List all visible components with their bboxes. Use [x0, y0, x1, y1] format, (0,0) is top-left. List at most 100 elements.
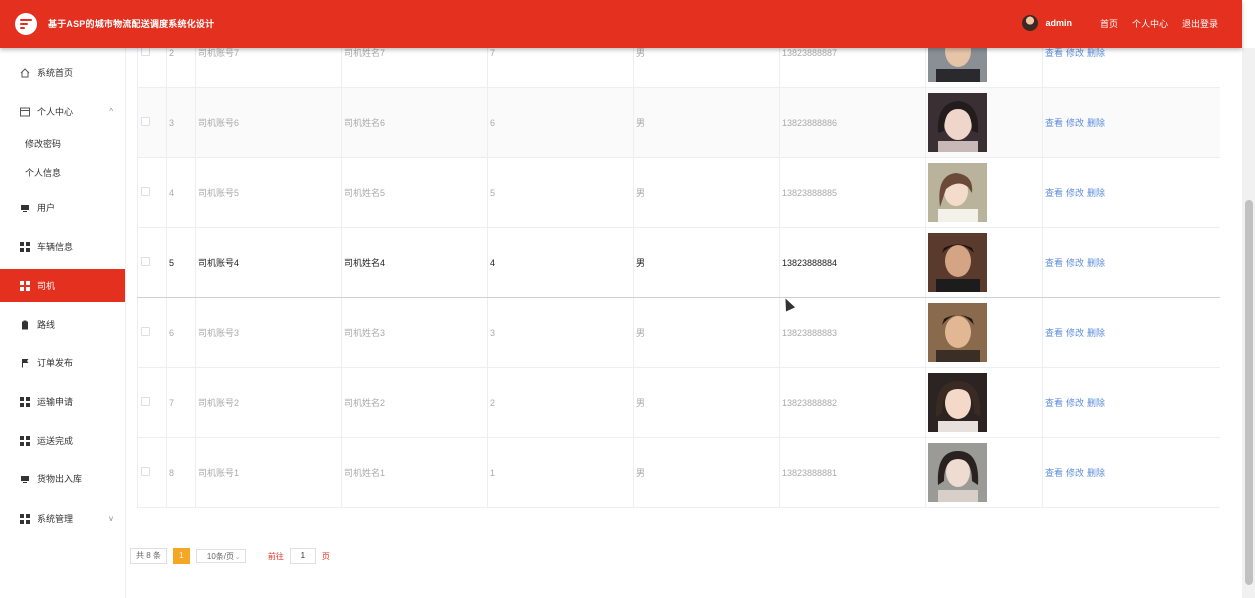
pagination: 共 8 条 1 10条/页 ⌄ 前往 1 页 [130, 548, 330, 564]
row-checkbox[interactable] [141, 48, 150, 56]
view-link[interactable]: 查看 [1045, 468, 1063, 478]
driver-phone: 13823888886 [779, 87, 926, 158]
edit-link[interactable]: 修改 [1066, 328, 1084, 338]
delete-link[interactable]: 删除 [1087, 258, 1105, 268]
chevron-down-icon: v [109, 514, 113, 523]
row-index: 2 [166, 48, 196, 88]
home-icon [20, 67, 30, 78]
sidebar-item-delivered[interactable]: 运送完成 [0, 424, 125, 457]
view-link[interactable]: 查看 [1045, 398, 1063, 408]
sidebar-item-label: 车辆信息 [37, 242, 74, 252]
sidebar-item-home[interactable]: 系统首页 [0, 56, 125, 89]
delete-link[interactable]: 删除 [1087, 118, 1105, 128]
driver-account: 司机账号6 [195, 87, 342, 158]
sidebar: 系统首页 个人中心 ^ 修改密码 个人信息 用户 车辆信息 司机 路线 订单发布 [0, 48, 126, 598]
avatar[interactable] [1022, 15, 1039, 31]
sidebar-item-routes[interactable]: 路线 [0, 308, 125, 341]
sidebar-item-orders[interactable]: 订单发布 [0, 346, 125, 379]
driver-no: 6 [487, 87, 634, 158]
delete-link[interactable]: 删除 [1087, 328, 1105, 338]
table-row: 3 司机账号6 司机姓名6 6 男 13823888886 查看 修改 删除 [137, 87, 1220, 158]
logout-link[interactable]: 退出登录 [1182, 17, 1218, 30]
row-checkbox[interactable] [141, 187, 150, 196]
sidebar-item-users[interactable]: 用户 [0, 191, 125, 224]
monitor-icon [20, 203, 30, 213]
driver-no: 3 [487, 297, 634, 368]
scrollbar-thumb[interactable] [1245, 200, 1253, 585]
table-row: 6 司机账号3 司机姓名3 3 男 13823888883 查看 修改 删除 [137, 297, 1220, 368]
sidebar-item-system[interactable]: 系统管理 v [0, 502, 125, 535]
view-link[interactable]: 查看 [1045, 188, 1063, 198]
delete-link[interactable]: 删除 [1087, 188, 1105, 198]
row-index: 8 [166, 437, 196, 508]
row-checkbox[interactable] [141, 467, 150, 476]
view-link[interactable]: 查看 [1045, 258, 1063, 268]
driver-account: 司机账号5 [195, 157, 342, 228]
edit-link[interactable]: 修改 [1066, 468, 1084, 478]
grid-icon [20, 241, 30, 252]
sidebar-subitem-personal-info[interactable]: 个人信息 [25, 166, 61, 179]
sidebar-item-drivers[interactable]: 司机 [0, 269, 125, 302]
driver-gender: 男 [633, 367, 780, 438]
edit-link[interactable]: 修改 [1066, 258, 1084, 268]
driver-phone: 13823888887 [779, 48, 926, 88]
sidebar-item-personal-center[interactable]: 个人中心 ^ [0, 95, 125, 128]
edit-link[interactable]: 修改 [1066, 188, 1084, 198]
chevron-down-icon: ⌄ [234, 552, 241, 561]
monitor-icon [20, 474, 30, 484]
row-checkbox[interactable] [141, 327, 150, 336]
view-link[interactable]: 查看 [1045, 328, 1063, 338]
row-checkbox[interactable] [141, 117, 150, 126]
logo-icon [15, 13, 37, 35]
driver-gender: 男 [633, 297, 780, 368]
table-row: 8 司机账号1 司机姓名1 1 男 13823888881 查看 修改 删除 [137, 437, 1220, 508]
page-unit-label: 页 [321, 551, 330, 561]
sidebar-subitem-change-password[interactable]: 修改密码 [25, 137, 61, 150]
row-index: 3 [166, 87, 196, 158]
driver-no: 4 [487, 227, 634, 298]
view-link[interactable]: 查看 [1045, 48, 1063, 58]
home-link[interactable]: 首页 [1100, 17, 1118, 30]
goto-page-input[interactable]: 1 [289, 548, 316, 564]
table-row: 2 司机账号7 司机姓名7 7 男 13823888887 查看 修改 删除 [137, 48, 1220, 88]
grid-icon [20, 513, 30, 524]
edit-link[interactable]: 修改 [1066, 118, 1084, 128]
driver-photo [928, 443, 987, 502]
profile-link[interactable]: 个人中心 [1132, 17, 1168, 30]
driver-no: 5 [487, 157, 634, 228]
driver-photo [928, 163, 987, 222]
delete-link[interactable]: 删除 [1087, 398, 1105, 408]
driver-gender: 男 [633, 87, 780, 158]
edit-link[interactable]: 修改 [1066, 398, 1084, 408]
driver-no: 1 [487, 437, 634, 508]
chevron-up-icon: ^ [109, 107, 113, 116]
table-row: 7 司机账号2 司机姓名2 2 男 13823888882 查看 修改 删除 [137, 367, 1220, 438]
delete-link[interactable]: 删除 [1087, 468, 1105, 478]
driver-phone: 13823888885 [779, 157, 926, 228]
view-link[interactable]: 查看 [1045, 118, 1063, 128]
sidebar-item-vehicles[interactable]: 车辆信息 [0, 230, 125, 263]
driver-gender: 男 [633, 437, 780, 508]
row-index: 4 [166, 157, 196, 228]
sidebar-item-transport-apply[interactable]: 运输申请 [0, 385, 125, 418]
driver-photo [928, 303, 987, 362]
sidebar-item-warehouse[interactable]: 货物出入库 [0, 462, 125, 495]
scrollbar[interactable] [1242, 48, 1255, 598]
pagination-current-page[interactable]: 1 [172, 548, 190, 564]
row-checkbox[interactable] [141, 257, 150, 266]
top-bar: 基于ASP的城市物流配送调度系统化设计 admin 首页 个人中心 退出登录 [0, 0, 1242, 48]
delete-link[interactable]: 删除 [1087, 48, 1105, 58]
sidebar-item-label: 用户 [37, 203, 56, 213]
goto-label: 前往 [267, 551, 284, 561]
edit-link[interactable]: 修改 [1066, 48, 1084, 58]
sidebar-item-label: 司机 [37, 281, 56, 291]
driver-photo [928, 93, 987, 152]
row-checkbox[interactable] [141, 397, 150, 406]
sidebar-item-label: 货物出入库 [37, 474, 83, 484]
driver-name: 司机姓名5 [341, 157, 488, 228]
driver-name: 司机姓名6 [341, 87, 488, 158]
page-size-select[interactable]: 10条/页 ⌄ [195, 549, 246, 563]
pagination-total: 共 8 条 [130, 548, 167, 564]
driver-account: 司机账号7 [195, 48, 342, 88]
username[interactable]: admin [1045, 18, 1072, 28]
